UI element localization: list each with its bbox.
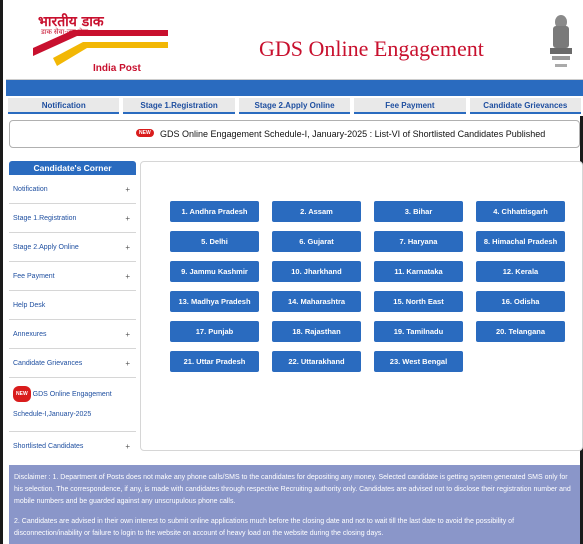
- state-button[interactable]: 3. Bihar: [374, 201, 463, 222]
- promo-line2: Schedule-I,January-2025: [13, 411, 92, 418]
- disclaimer-paragraph-1: Disclaimer : 1. Department of Posts does…: [14, 474, 571, 505]
- nav-fee-payment[interactable]: Fee Payment: [354, 98, 466, 114]
- state-button[interactable]: 13. Madhya Pradesh: [170, 291, 259, 312]
- new-badge-icon: NEW: [136, 129, 154, 137]
- sidebar-item-label: Stage 1.Registration: [13, 215, 77, 222]
- india-post-logo[interactable]: भारतीय डाक डाक सेवा-जन सेवा India Post: [33, 8, 168, 78]
- state-button[interactable]: 22. Uttarakhand: [272, 351, 361, 372]
- states-panel: 1. Andhra Pradesh 2. Assam 3. Bihar 4. Chha…: [140, 161, 583, 451]
- nav-stage2-apply-online[interactable]: Stage 2.Apply Online: [238, 98, 351, 114]
- state-button[interactable]: 4. Chhattisgarh: [476, 201, 565, 222]
- state-button[interactable]: 7. Haryana: [374, 231, 463, 252]
- expand-plus-icon[interactable]: +: [125, 233, 130, 262]
- announcement-text[interactable]: GDS Online Engagement Schedule-I, Januar…: [160, 129, 545, 139]
- sidebar-item-stage2-apply-online[interactable]: Stage 2.Apply Online +: [9, 233, 136, 262]
- main-nav: Notification Stage 1.Registration Stage …: [6, 96, 583, 116]
- nav-candidate-grievances[interactable]: Candidate Grievances: [469, 98, 582, 114]
- state-button[interactable]: 16. Odisha: [476, 291, 565, 312]
- candidates-corner-sidebar: Candidate's Corner Notification + Stage …: [9, 161, 136, 451]
- site-header: भारतीय डाक डाक सेवा-जन सेवा India Post G…: [6, 0, 583, 80]
- expand-plus-icon[interactable]: +: [125, 432, 130, 461]
- state-button[interactable]: 8. Himachal Pradesh: [476, 231, 565, 252]
- sidebar-heading: Candidate's Corner: [9, 161, 136, 175]
- disclaimer-paragraph-2: 2. Candidates are advised in their own i…: [14, 518, 515, 537]
- state-button[interactable]: 2. Assam: [272, 201, 361, 222]
- state-button[interactable]: 20. Telangana: [476, 321, 565, 342]
- state-button[interactable]: 10. Jharkhand: [272, 261, 361, 282]
- sidebar-item-candidate-grievances[interactable]: Candidate Grievances +: [9, 349, 136, 378]
- nav-stage1-registration[interactable]: Stage 1.Registration: [123, 98, 235, 114]
- expand-plus-icon[interactable]: +: [125, 175, 130, 204]
- expand-plus-icon[interactable]: +: [125, 320, 130, 349]
- disclaimer-box: Disclaimer : 1. Department of Posts does…: [9, 465, 580, 544]
- state-button[interactable]: 18. Rajasthan: [272, 321, 361, 342]
- sidebar-item-notification[interactable]: Notification +: [9, 175, 136, 204]
- national-emblem-icon: [547, 12, 575, 76]
- sidebar-item-help-desk[interactable]: Help Desk: [9, 291, 136, 320]
- state-button[interactable]: 9. Jammu Kashmir: [170, 261, 259, 282]
- state-button[interactable]: 23. West Bengal: [374, 351, 463, 372]
- sidebar-item-label: Help Desk: [13, 302, 46, 309]
- state-button[interactable]: 1. Andhra Pradesh: [170, 201, 259, 222]
- sidebar-item-shortlisted-candidates[interactable]: Shortlisted Candidates +: [9, 432, 136, 461]
- logo-india-post-text: India Post: [93, 63, 141, 74]
- sidebar-item-annexures[interactable]: Annexures +: [9, 320, 136, 349]
- expand-plus-icon[interactable]: +: [125, 349, 130, 378]
- state-button[interactable]: 21. Uttar Pradesh: [170, 351, 259, 372]
- state-button[interactable]: 12. Kerala: [476, 261, 565, 282]
- logo-tagline: डाक सेवा-जन सेवा: [41, 29, 89, 36]
- state-button[interactable]: 6. Gujarat: [272, 231, 361, 252]
- sidebar-item-label: Candidate Grievances: [13, 360, 83, 367]
- state-button[interactable]: 19. Tamilnadu: [374, 321, 463, 342]
- new-badge-icon: NEW: [13, 386, 31, 402]
- expand-plus-icon[interactable]: +: [125, 204, 130, 233]
- state-button[interactable]: 14. Maharashtra: [272, 291, 361, 312]
- sidebar-item-label: Fee Payment: [13, 273, 55, 280]
- sidebar-item-label: Shortlisted Candidates: [13, 443, 84, 450]
- announcement-bar[interactable]: NEW GDS Online Engagement Schedule-I, Ja…: [9, 120, 580, 148]
- state-button[interactable]: 15. North East: [374, 291, 463, 312]
- state-button[interactable]: 11. Karnataka: [374, 261, 463, 282]
- nav-notification[interactable]: Notification: [8, 98, 120, 114]
- promo-line1: GDS Online Engagement: [32, 390, 112, 398]
- sidebar-item-fee-payment[interactable]: Fee Payment +: [9, 262, 136, 291]
- sidebar-item-label: Notification: [13, 186, 48, 193]
- expand-plus-icon[interactable]: +: [125, 262, 130, 291]
- state-button[interactable]: 5. Delhi: [170, 231, 259, 252]
- header-accent-bar: [6, 80, 583, 96]
- sidebar-promo-link[interactable]: NEW GDS Online Engagement Schedule-I,Janu…: [9, 378, 136, 432]
- page-frame: भारतीय डाक डाक सेवा-जन सेवा India Post G…: [0, 0, 583, 544]
- sidebar-item-stage1-registration[interactable]: Stage 1.Registration +: [9, 204, 136, 233]
- sidebar-item-label: Stage 2.Apply Online: [13, 244, 79, 251]
- state-button[interactable]: 17. Punjab: [170, 321, 259, 342]
- state-button-grid: 1. Andhra Pradesh 2. Assam 3. Bihar 4. Chha…: [170, 201, 565, 372]
- sidebar-item-label: Annexures: [13, 331, 47, 338]
- page-title: GDS Online Engagement: [259, 36, 484, 61]
